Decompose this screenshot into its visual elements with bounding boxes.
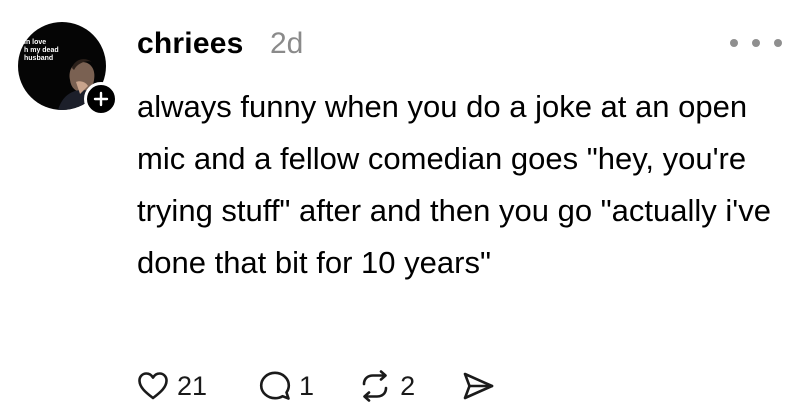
like-button[interactable]: 21 — [137, 371, 207, 402]
more-icon — [730, 39, 738, 47]
reply-count: 1 — [299, 370, 315, 401]
like-count: 21 — [177, 370, 208, 401]
action-bar: 21 1 2 — [137, 366, 495, 406]
plus-icon — [93, 91, 109, 107]
repost-button[interactable]: 2 — [358, 370, 415, 402]
avatar-container[interactable]: in love h my dead husband — [18, 22, 118, 116]
avatar-caption: in love h my dead husband — [24, 39, 59, 62]
follow-button[interactable] — [84, 82, 118, 116]
post-text: always funny when you do a joke at an op… — [137, 89, 771, 280]
share-button[interactable] — [461, 371, 495, 401]
username-link[interactable]: chriees — [137, 26, 243, 62]
post-timestamp[interactable]: 2d — [270, 26, 303, 62]
reply-button[interactable]: 1 — [259, 370, 314, 402]
heart-icon — [138, 372, 168, 400]
post-card: in love h my dead husband chriees 2d alw… — [0, 0, 800, 417]
send-icon — [463, 372, 494, 400]
repost-count: 2 — [400, 370, 416, 401]
comment-icon — [259, 371, 291, 400]
repost-icon — [362, 370, 388, 402]
more-options-button[interactable] — [730, 30, 782, 56]
